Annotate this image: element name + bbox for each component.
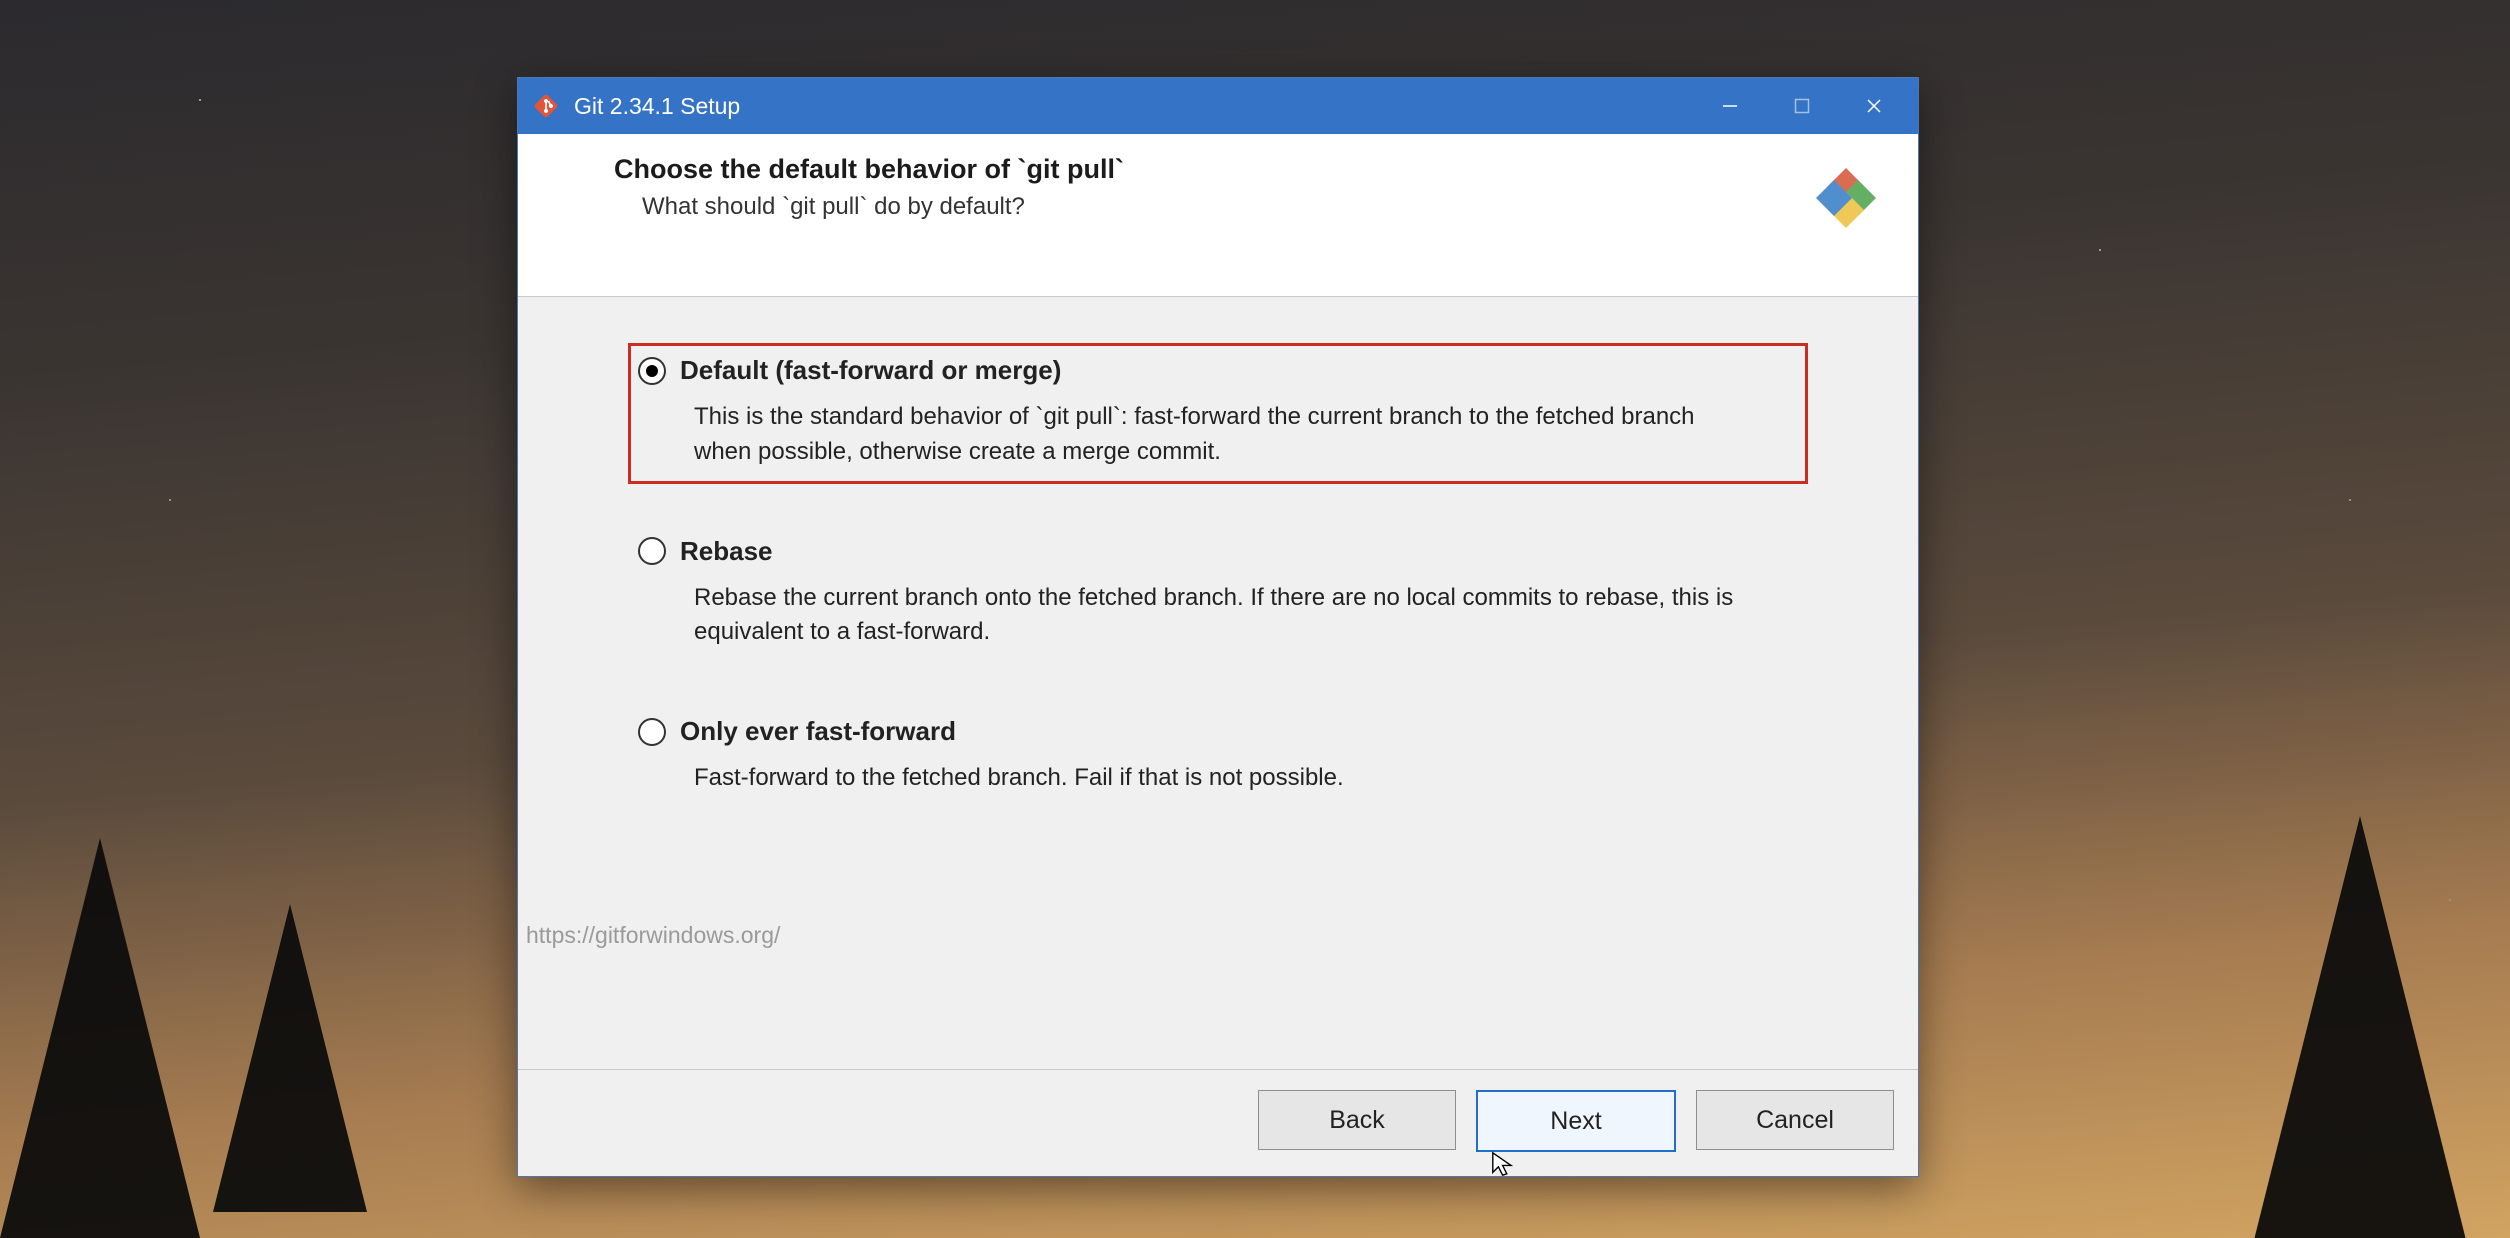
wizard-body: Default (fast-forward or merge) This is t…	[518, 297, 1918, 1069]
option-label[interactable]: Rebase	[680, 536, 773, 567]
wallpaper-tree	[2239, 816, 2481, 1238]
cancel-button[interactable]: Cancel	[1696, 1090, 1894, 1150]
wizard-header: Choose the default behavior of `git pull…	[518, 134, 1918, 297]
installer-window: Git 2.34.1 Setup Choose the default beha…	[517, 77, 1919, 1177]
footer-link[interactable]: https://gitforwindows.org/	[526, 922, 780, 949]
mouse-cursor-icon	[1490, 1150, 1518, 1178]
window-title: Git 2.34.1 Setup	[574, 93, 740, 120]
page-title: Choose the default behavior of `git pull…	[614, 154, 1884, 185]
button-row: Back Next Cancel	[518, 1069, 1918, 1176]
back-button[interactable]: Back	[1258, 1090, 1456, 1150]
option-description: Rebase the current branch onto the fetch…	[694, 581, 1734, 651]
page-subtitle: What should `git pull` do by default?	[642, 193, 1884, 221]
maximize-button[interactable]	[1766, 78, 1838, 134]
wallpaper-tree	[213, 904, 367, 1212]
option-description: Fast-forward to the fetched branch. Fail…	[694, 761, 1734, 796]
option-label[interactable]: Only ever fast-forward	[680, 716, 956, 747]
pull-option-0: Default (fast-forward or merge) This is t…	[628, 343, 1808, 484]
radio-option-2[interactable]	[638, 718, 666, 746]
wallpaper-tree	[0, 838, 210, 1238]
titlebar[interactable]: Git 2.34.1 Setup	[518, 78, 1918, 134]
option-label[interactable]: Default (fast-forward or merge)	[680, 355, 1061, 386]
git-icon	[532, 92, 560, 120]
next-button[interactable]: Next	[1476, 1090, 1676, 1152]
radio-option-1[interactable]	[638, 537, 666, 565]
minimize-button[interactable]	[1694, 78, 1766, 134]
radio-option-0[interactable]	[638, 357, 666, 385]
git-logo-icon	[1804, 156, 1888, 240]
desktop-background: Git 2.34.1 Setup Choose the default beha…	[0, 0, 2510, 1238]
option-description: This is the standard behavior of `git pu…	[694, 400, 1734, 470]
pull-option-2: Only ever fast-forward Fast-forward to th…	[628, 704, 1808, 810]
close-button[interactable]	[1838, 78, 1910, 134]
pull-option-1: Rebase Rebase the current branch onto the…	[628, 524, 1808, 665]
